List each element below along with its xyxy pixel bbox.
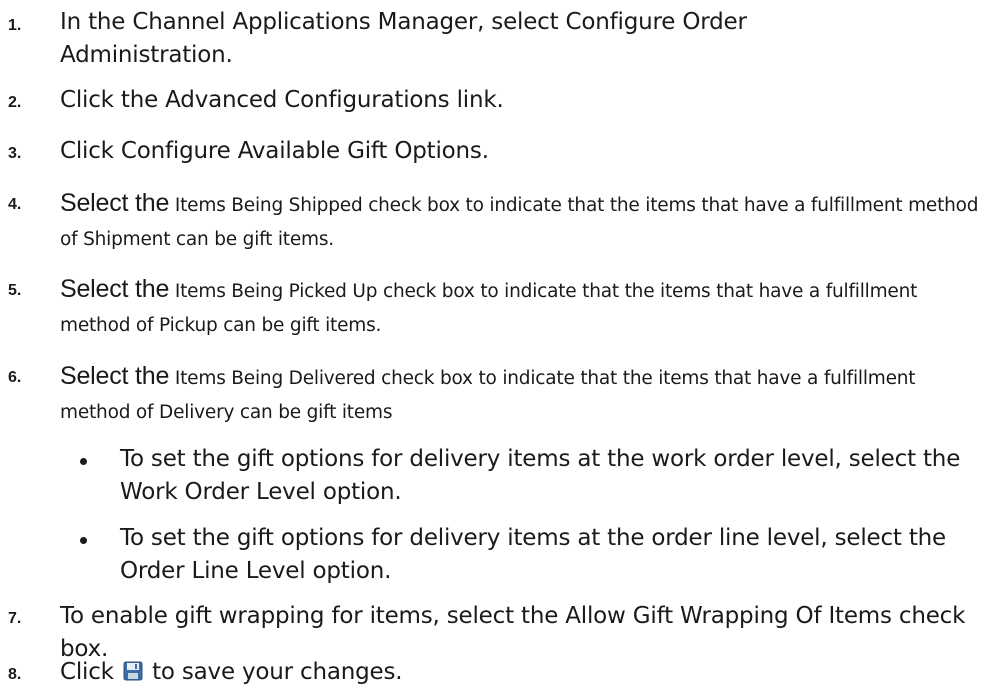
step-number: 4.	[8, 196, 22, 213]
floppy-disk-save-icon	[123, 658, 143, 681]
step-number: 6.	[8, 369, 22, 386]
step-number: 3.	[8, 145, 22, 162]
step-text: Select the Items Being Delivered check b…	[60, 359, 980, 430]
step-text-before: Click	[60, 659, 114, 685]
step-text: Click the Advanced Configurations link.	[60, 87, 504, 113]
step-text-after: to save your changes.	[152, 659, 403, 685]
bullet-text: To set the gift options for delivery ite…	[120, 525, 946, 584]
step-term: Items Being Delivered	[174, 368, 376, 389]
step-text: Click to save your changes.	[60, 656, 980, 689]
step-lead: Select the	[60, 275, 170, 303]
step-text: Select the Items Being Picked Up check b…	[60, 272, 980, 343]
step-number: 8.	[8, 666, 22, 683]
step-term: Items Being Shipped	[174, 195, 363, 216]
bullet-text: To set the gift options for delivery ite…	[120, 446, 961, 505]
step-text: In the Channel Applications Manager, sel…	[60, 9, 747, 68]
step-lead: Select the	[60, 362, 170, 390]
step-text: Select the Items Being Shipped check box…	[60, 186, 980, 257]
step-text: Click Configure Available Gift Options.	[60, 138, 489, 164]
step-number: 7.	[8, 610, 22, 627]
step-lead: Select the	[60, 189, 170, 217]
step-number: 2.	[8, 94, 22, 111]
step-number: 5.	[8, 282, 22, 299]
step-number: 1.	[8, 17, 22, 34]
bullet-icon	[80, 458, 87, 465]
bullet-icon	[80, 537, 87, 544]
step-term: Items Being Picked Up	[174, 281, 378, 302]
